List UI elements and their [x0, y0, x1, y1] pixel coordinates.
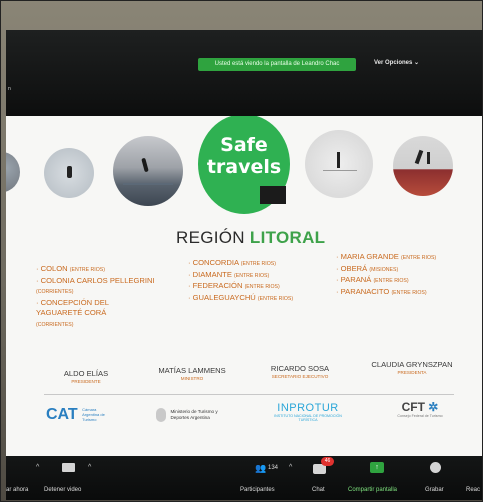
cat-logo-text: CAT	[46, 406, 78, 423]
travel-photo-4	[305, 130, 373, 198]
list-item: · GUALEGUAYCHÚ (ENTRE RIOS)	[188, 292, 294, 302]
badge-line-1: Safe	[220, 134, 268, 156]
share-screen-button[interactable]: Compartir pantalla	[348, 487, 397, 493]
inprotur-logo-text: INPROTUR	[277, 402, 339, 414]
list-item: · COLONIA CARLOS PELLEGRINI (CORRIENTES)	[36, 275, 155, 296]
travel-photo-3	[113, 136, 183, 206]
inprotur-logo: INPROTUR INSTITUTO NACIONAL DE PROMOCIÓN…	[270, 402, 346, 422]
chevron-down-icon: ⌄	[414, 60, 420, 66]
coat-of-arms-icon	[156, 407, 166, 422]
region-title-text: REGIÓN	[176, 228, 245, 247]
zoom-toolbar	[6, 456, 483, 500]
shared-slide: Safe travels REGIÓN LITORAL · COLON (ENT…	[6, 116, 483, 456]
chat-badge: 46	[321, 457, 334, 466]
person-matias: MATÍAS LAMMENS MINISTRO	[144, 366, 240, 381]
reactions-button[interactable]: Reac	[466, 487, 480, 493]
person-name: RICARDO SOSA	[270, 364, 330, 373]
participants-count: 134	[268, 465, 279, 471]
participants-icon: 👥	[255, 463, 267, 473]
region-title: REGIÓN LITORAL	[176, 228, 325, 248]
chevron-up-icon[interactable]: ^	[36, 464, 39, 471]
list-item: · PARANACITO (ENTRE RIOS)	[336, 286, 427, 296]
list-item: · MARIA GRANDE (ENTRE RIOS)	[336, 252, 437, 261]
view-options-label: Ver Opciones	[374, 60, 413, 66]
ministry-logo: Ministerio de Turismo y Deportes Argenti…	[156, 406, 230, 424]
ministry-logo-text: Ministerio de Turismo y Deportes Argenti…	[170, 409, 218, 420]
chat-button[interactable]: Chat	[312, 487, 325, 493]
video-camera-icon	[62, 463, 75, 472]
person-name: ALDO ELÍAS	[63, 369, 109, 378]
badge-line-2: travels	[206, 156, 282, 178]
safe-travels-badge: Safe travels	[198, 116, 290, 214]
destination-column-1: · COLON (ENTRE RIOS) · COLONIA CARLOS PE…	[36, 264, 156, 330]
participants-button[interactable]: Participantes	[240, 487, 275, 493]
travel-photo-1	[6, 152, 20, 192]
travel-photo-2	[44, 148, 94, 198]
stop-audio-button[interactable]: ar ahora	[6, 487, 28, 493]
person-name: MATÍAS LAMMENS	[158, 366, 226, 375]
view-options-button[interactable]: Ver Opciones ⌄	[374, 59, 419, 66]
destination-column-3: · MARIA GRANDE (ENTRE RIOS) · OBERÁ (MIS…	[336, 252, 456, 298]
window-edge-label: n	[8, 86, 11, 92]
inprotur-logo-sub: INSTITUTO NACIONAL DE PROMOCIÓN TURÍSTIC…	[274, 414, 342, 422]
list-item: · PARANÁ (ENTRE RIOS)	[336, 275, 409, 284]
destination-column-2: · CONCORDIA (ENTRE RIOS) · DIAMANTE (ENT…	[188, 258, 308, 304]
list-item: · COLON (ENTRE RIOS)	[36, 264, 105, 273]
list-item: · DIAMANTE (ENTRE RIOS)	[188, 269, 270, 279]
list-item: · OBERÁ (MISIONES)	[336, 263, 399, 273]
person-ricardo: RICARDO SOSA SECRETARIO EJECUTIVO	[252, 364, 348, 379]
chevron-up-icon[interactable]: ^	[88, 464, 91, 471]
person-role: PRESIDENTA	[397, 370, 427, 375]
person-role: PRESIDENTE	[71, 379, 101, 384]
cft-logo-sub: Consejo Federal de Turismo	[397, 414, 443, 418]
list-item: · FEDERACIÓN (ENTRE RIOS)	[188, 281, 280, 290]
person-claudia: CLAUDIA GRYNSZPAN PRESIDENTA	[364, 360, 460, 375]
stop-video-button[interactable]: Detener video	[44, 487, 81, 493]
person-name: CLAUDIA GRYNSZPAN	[371, 360, 453, 369]
cat-logo-sub: Cámara Argentina de Turismo	[82, 407, 105, 423]
zoom-top-bar	[6, 30, 483, 116]
cat-logo: CAT Cámara Argentina de Turismo	[46, 406, 112, 424]
record-icon	[430, 462, 441, 473]
region-highlight: LITORAL	[249, 228, 326, 247]
cft-logo-text: CFT	[401, 400, 425, 414]
list-item: · CONCORDIA (ENTRE RIOS)	[188, 258, 276, 267]
person-role: MINISTRO	[180, 376, 204, 381]
cft-logo: CFT ✲ Consejo Federal de Turismo	[390, 400, 450, 418]
divider	[44, 394, 454, 395]
snowflake-icon: ✲	[428, 400, 439, 414]
share-screen-icon: ↑	[370, 462, 384, 473]
chevron-up-icon[interactable]: ^	[289, 464, 292, 471]
list-item: · CONCEPCIÓN DEL YAGUARETÉ CORÁ (CORRIENT…	[36, 297, 109, 328]
screen-share-banner: Usted está viendo la pantalla de Leandro…	[198, 58, 356, 71]
wttc-stamp	[260, 186, 286, 204]
record-button[interactable]: Grabar	[425, 487, 444, 493]
person-role: SECRETARIO EJECUTIVO	[271, 374, 329, 379]
person-aldo: ALDO ELÍAS PRESIDENTE	[38, 369, 134, 384]
travel-photo-5	[393, 136, 453, 196]
